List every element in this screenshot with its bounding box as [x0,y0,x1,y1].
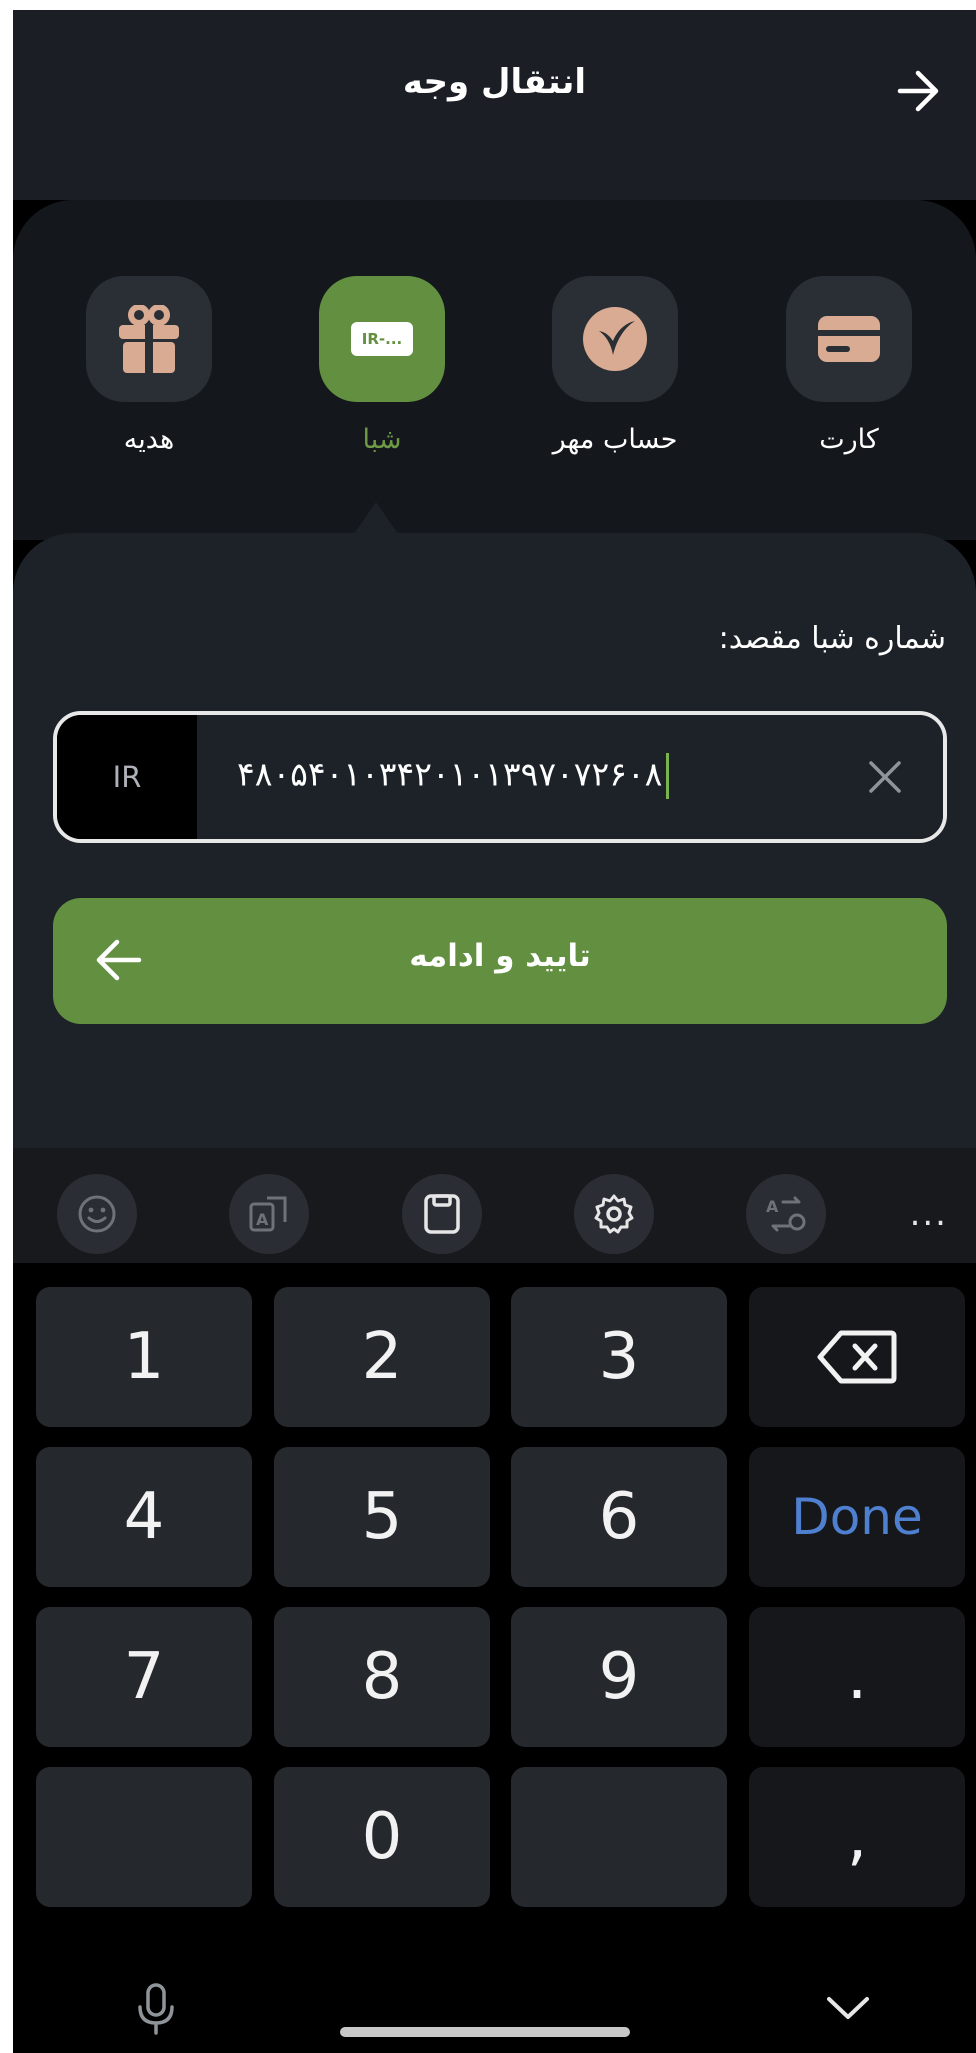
iban-tile[interactable]: IR-... [319,276,445,402]
key-6[interactable]: 6 [511,1447,727,1587]
chevron-down-icon[interactable] [825,1993,871,2023]
iban-value: ۴۸۰۵۴۰۱۰۳۴۲۰۱۰۱۳۹۷۰۷۲۶۰۸ [237,753,670,799]
key-5[interactable]: 5 [274,1447,490,1587]
method-label-iban: شبا [362,424,402,455]
gift-tile[interactable] [86,276,212,402]
confirm-continue-button[interactable]: تایید و ادامه [53,898,947,1024]
method-mehr-account[interactable]: حساب مهر [552,276,678,455]
method-label-gift: هدیه [123,424,175,455]
translate-icon: A [249,1196,287,1232]
method-card[interactable]: کارت [786,276,912,455]
key-2[interactable]: 2 [274,1287,490,1427]
done-key[interactable]: Done [749,1447,965,1587]
keyboard-toolbar: A A ... [13,1148,976,1263]
mehr-account-icon [583,307,647,371]
method-label-card: کارت [819,424,879,455]
convert-button[interactable]: A [746,1174,826,1254]
iban-value-area[interactable]: ۴۸۰۵۴۰۱۰۳۴۲۰۱۰۱۳۹۷۰۷۲۶۰۸ [197,715,943,839]
key-9[interactable]: 9 [511,1607,727,1747]
confirm-continue-label: تایید و ادامه [409,938,591,974]
numeric-keyboard: 1 2 3 4 5 6 Done 7 8 9 . 0 , [13,1263,976,2053]
period-key[interactable]: . [749,1607,965,1747]
iban-icon: IR-... [351,322,413,356]
microphone-icon[interactable] [135,1983,177,2035]
comma-key[interactable]: , [749,1767,965,1907]
emoji-button[interactable] [57,1174,137,1254]
method-gift[interactable]: هدیه [86,276,212,455]
key-8[interactable]: 8 [274,1607,490,1747]
gift-icon [119,305,179,373]
text-caret [666,753,670,799]
arrow-left-icon [96,939,142,981]
selected-method-pointer [354,502,398,534]
settings-button[interactable] [574,1174,654,1254]
iban-value-text: ۴۸۰۵۴۰۱۰۳۴۲۰۱۰۱۳۹۷۰۷۲۶۰۸ [237,754,663,794]
clipboard-icon [424,1194,460,1234]
key-3[interactable]: 3 [511,1287,727,1427]
key-7[interactable]: 7 [36,1607,252,1747]
iban-field-label: شماره شبا مقصد: [718,621,946,656]
method-iban[interactable]: IR-... شبا [319,276,445,455]
card-icon [818,316,880,362]
transfer-screen: انتقال وجه کارت حساب مهر IR-... شبا هدیه… [13,10,976,2053]
key-1[interactable]: 1 [36,1287,252,1427]
key-4[interactable]: 4 [36,1447,252,1587]
transfer-methods: کارت حساب مهر IR-... شبا هدیه [13,200,976,540]
convert-icon: A [766,1196,806,1232]
key-0[interactable]: 0 [274,1767,490,1907]
svg-text:A: A [256,1210,269,1229]
iban-form: شماره شبا مقصد: IR ۴۸۰۵۴۰۱۰۳۴۲۰۱۰۱۳۹۷۰۷۲… [13,533,976,1153]
back-arrow-icon[interactable] [896,68,942,114]
more-options-button[interactable]: ... [910,1194,948,1234]
page-title: انتقال وجه [402,62,587,102]
mehr-account-tile[interactable] [552,276,678,402]
backspace-key[interactable] [749,1287,965,1427]
home-indicator[interactable] [340,2027,630,2037]
backspace-icon [817,1330,897,1384]
clear-icon[interactable] [867,759,903,795]
card-tile[interactable] [786,276,912,402]
blank-key-right [511,1767,727,1907]
iban-prefix: IR [57,715,197,839]
emoji-icon [78,1195,116,1233]
translate-button[interactable]: A [229,1174,309,1254]
method-label-mehr-account: حساب مهر [552,424,678,455]
svg-text:A: A [766,1197,779,1216]
clipboard-button[interactable] [402,1174,482,1254]
blank-key-left [36,1767,252,1907]
iban-input[interactable]: IR ۴۸۰۵۴۰۱۰۳۴۲۰۱۰۱۳۹۷۰۷۲۶۰۸ [53,711,947,843]
top-bar: انتقال وجه [13,10,976,200]
settings-icon [594,1194,634,1234]
